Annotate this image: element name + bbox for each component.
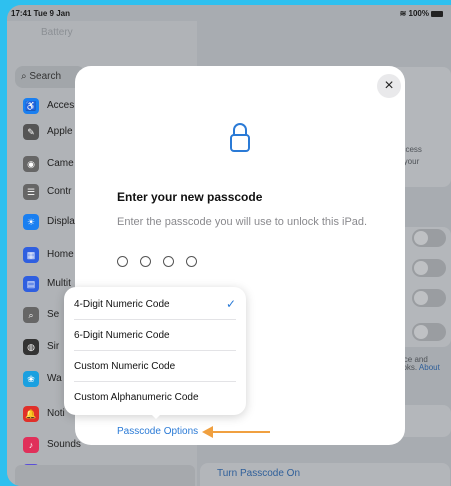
accessibility-icon: ♿ bbox=[23, 98, 39, 114]
battery-icon bbox=[431, 10, 443, 17]
option-label: 6-Digit Numeric Code bbox=[74, 330, 170, 341]
sounds-icon: ♪ bbox=[23, 437, 39, 453]
sidebar-item-battery[interactable]: Battery bbox=[41, 27, 73, 38]
sidebar-item-label: Acces bbox=[47, 100, 75, 111]
pencil-icon: ✎ bbox=[23, 124, 39, 140]
sidebar-item-label: Sir bbox=[47, 341, 60, 352]
siri-icon: ◍ bbox=[23, 339, 39, 355]
notifications-icon: 🔔 bbox=[23, 406, 39, 422]
camera-icon: ◉ bbox=[23, 156, 39, 172]
lock-icon bbox=[230, 123, 250, 152]
sidebar-item-label: Came bbox=[47, 158, 74, 169]
control-centre-icon: ☰ bbox=[23, 184, 39, 200]
sidebar-item-label: Apple bbox=[47, 126, 73, 137]
background-toggle-4[interactable] bbox=[412, 323, 446, 341]
passcode-dot bbox=[117, 256, 128, 267]
turn-passcode-on-button[interactable]: Turn Passcode On bbox=[200, 463, 450, 486]
option-custom-alphanumeric[interactable]: Custom Alphanumeric Code bbox=[74, 382, 236, 413]
passcode-dot bbox=[186, 256, 197, 267]
option-4-digit[interactable]: 4-Digit Numeric Code ✓ bbox=[74, 289, 236, 320]
sidebar-item-label: Contr bbox=[47, 186, 72, 197]
wifi-icon: ≋ bbox=[399, 9, 409, 18]
passcode-dot bbox=[163, 256, 174, 267]
checkmark-icon: ✓ bbox=[225, 297, 236, 311]
ipad-screen: 17:41 Tue 9 Jan ≋ 100% Battery ⌕ Search … bbox=[7, 5, 451, 486]
option-label: 4-Digit Numeric Code bbox=[74, 299, 170, 310]
wallpaper-icon: ❀ bbox=[23, 371, 39, 387]
background-toggle-2[interactable] bbox=[412, 259, 446, 277]
sidebar-item-label: Sounds bbox=[47, 439, 81, 450]
passcode-options-popover: 4-Digit Numeric Code ✓ 6-Digit Numeric C… bbox=[64, 287, 246, 415]
close-button[interactable]: × bbox=[377, 74, 401, 98]
modal-title: Enter your new passcode bbox=[117, 190, 263, 204]
background-toggle-1[interactable] bbox=[412, 229, 446, 247]
option-custom-numeric[interactable]: Custom Numeric Code bbox=[74, 351, 236, 382]
background-toggle-3[interactable] bbox=[412, 289, 446, 307]
annotation-arrow-icon bbox=[202, 426, 270, 438]
sidebar-item-label: Noti bbox=[47, 408, 65, 419]
option-6-digit[interactable]: 6-Digit Numeric Code bbox=[74, 320, 236, 351]
sidebar-item-label: Home bbox=[47, 249, 74, 260]
sidebar-item-label: Se bbox=[47, 309, 60, 320]
about-link[interactable]: About bbox=[419, 363, 440, 372]
option-label: Custom Alphanumeric Code bbox=[74, 392, 199, 403]
display-icon: ☀ bbox=[23, 214, 39, 230]
home-screen-icon: ▦ bbox=[23, 247, 39, 263]
battery-percent: 100% bbox=[408, 9, 429, 18]
search-settings-icon: ⌕ bbox=[23, 307, 39, 323]
multitasking-icon: ▤ bbox=[23, 276, 39, 292]
passcode-dot bbox=[140, 256, 151, 267]
passcode-options-link[interactable]: Passcode Options bbox=[117, 426, 198, 437]
popover-arrow bbox=[148, 411, 164, 419]
passcode-dots[interactable] bbox=[117, 254, 209, 272]
sidebar-selected-background bbox=[15, 465, 195, 486]
status-bar: 17:41 Tue 9 Jan ≋ 100% bbox=[7, 5, 451, 21]
status-time: 17:41 Tue 9 Jan bbox=[11, 9, 70, 18]
search-placeholder: Search bbox=[29, 71, 62, 82]
modal-subtitle: Enter the passcode you will use to unloc… bbox=[117, 216, 368, 228]
close-icon: × bbox=[384, 77, 394, 94]
sidebar-item-label: Displa bbox=[47, 216, 75, 227]
status-right: ≋ 100% bbox=[400, 9, 443, 18]
option-label: Custom Numeric Code bbox=[74, 361, 176, 372]
sidebar-item-label: Wa bbox=[47, 373, 62, 384]
